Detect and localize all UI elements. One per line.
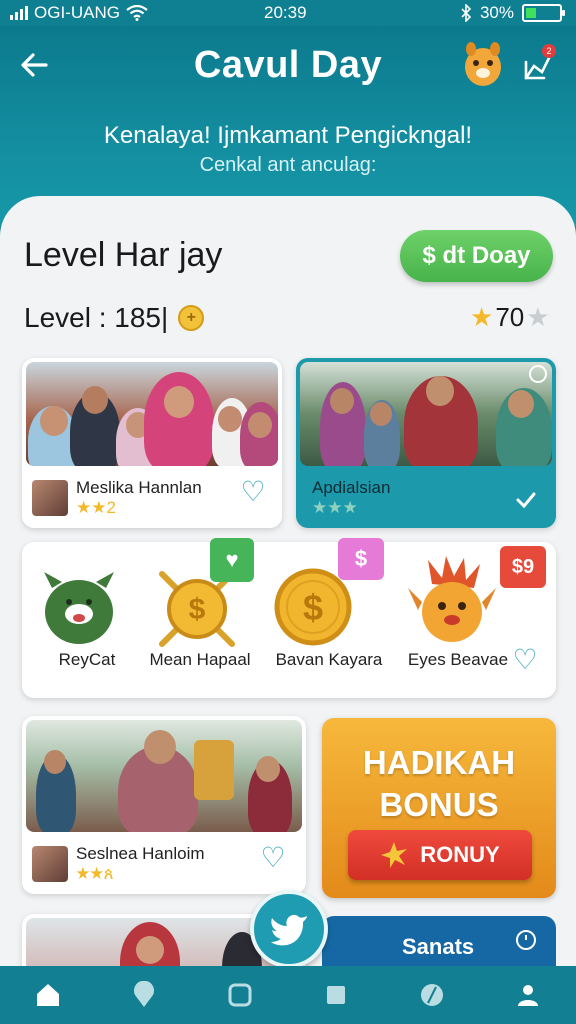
clock: 20:39	[264, 3, 307, 22]
heart-icon[interactable]: ♡	[258, 844, 288, 874]
daily-dollar-button[interactable]: $ dt Doay	[400, 230, 553, 282]
avatar	[32, 480, 68, 516]
dollar-badge: $	[338, 538, 384, 580]
turkey-mascot-icon	[408, 556, 496, 642]
bonus-button[interactable]: RONUY	[348, 830, 532, 880]
home-icon	[37, 984, 59, 1006]
coin-icon: +	[178, 305, 205, 331]
star-outline-icon: ★	[526, 302, 550, 332]
price-badge: $9	[500, 546, 546, 588]
burst-icon	[381, 842, 408, 868]
subtitle: Kenalaya! Ijmkamant Pengickngal!	[103, 122, 473, 149]
carrier-label: OGI-UANG	[34, 3, 120, 22]
status-bar: OGI-UANG 20:39 30%	[0, 0, 576, 26]
bonus-card[interactable]: HADIKAH BONUS RONUY	[322, 718, 556, 898]
bonus-button-label: RONUY	[420, 842, 500, 867]
card-title: Seslnea Hanloim	[76, 844, 205, 863]
info-icon[interactable]	[528, 364, 548, 384]
card-title: Apdialsian	[312, 478, 391, 497]
photo-card[interactable]: Meslika Hannlan ★★2 ♡	[22, 358, 282, 528]
card-title: Meslika Hannlan	[76, 478, 202, 497]
level-indicator: Level : 185| +	[24, 302, 205, 334]
square-icon	[228, 983, 252, 1007]
profile-icon	[518, 985, 538, 1006]
mascot-avatar-icon[interactable]	[462, 41, 504, 87]
star-count: 70	[495, 302, 525, 332]
svg-text:$: $	[189, 593, 206, 626]
bluetooth-icon	[461, 4, 472, 22]
box-icon	[327, 986, 345, 1004]
leaf-icon	[421, 984, 443, 1006]
items-row: ReyCat $ ♥ Mean Hapaal $ $ Bavan Kayara	[22, 538, 556, 698]
item-bavan-kayara[interactable]: $ $ Bavan Kayara	[254, 538, 404, 682]
bonus-title-line1: HADIKAH	[362, 744, 516, 781]
svg-text:$: $	[303, 587, 323, 628]
green-cat-icon	[44, 572, 114, 644]
location-icon	[134, 981, 154, 1007]
item-eyes-beavae[interactable]: $9 Eyes Beavae	[388, 546, 546, 682]
sanats-label: Sanats	[402, 934, 475, 959]
card-rating: ★★2	[76, 498, 116, 517]
level-title: Level Har jay	[24, 236, 223, 274]
nav-box[interactable]	[316, 975, 356, 1015]
photo-card[interactable]: Seslnea Hanloim ★★ጰ ♡	[22, 716, 306, 894]
favorite-heart-icon[interactable]: ♡	[510, 646, 540, 676]
item-label: Bavan Kayara	[275, 650, 383, 669]
card-rating: ★★★	[312, 498, 358, 517]
market-photo	[26, 720, 302, 832]
bonus-title-line2: BONUS	[379, 786, 499, 823]
bottom-nav	[0, 966, 576, 1024]
card-meta: Meslika Hannlan ★★2	[32, 478, 202, 518]
card-meta: Apdialsian ★★★	[312, 478, 390, 518]
card-meta: Seslnea Hanloim ★★ጰ	[32, 844, 205, 884]
bird-fab-button[interactable]	[250, 890, 328, 968]
check-icon[interactable]	[514, 488, 538, 512]
avatar	[32, 846, 68, 882]
subtitle-secondary: Cenkal ant anculag:	[199, 154, 377, 176]
heart-icon[interactable]: ♡	[238, 478, 268, 508]
photo-card-selected[interactable]: Apdialsian ★★★	[296, 358, 556, 528]
card-rating: ★★ጰ	[76, 864, 114, 883]
main-sheet: Level Har jay $ dt Doay Level : 185| + ★…	[0, 196, 576, 1006]
nav-square[interactable]	[220, 975, 260, 1015]
battery-fill	[526, 8, 536, 18]
item-mean-hapaal[interactable]: $ ♥ Mean Hapaal	[130, 538, 270, 682]
nav-location[interactable]	[124, 975, 164, 1015]
bird-icon	[271, 914, 307, 946]
battery-percent: 30%	[479, 3, 514, 22]
item-label: Mean Hapaal	[149, 650, 251, 669]
level-label: Level : 185|	[24, 302, 169, 333]
clock-icon	[516, 930, 536, 950]
bonus-title: HADIKAH BONUS	[322, 742, 556, 826]
heart-badge: ♥	[210, 538, 254, 582]
wifi-icon	[126, 5, 148, 21]
nav-leaf[interactable]	[412, 975, 452, 1015]
notification-badge: 2	[542, 44, 556, 58]
signal-icon	[10, 6, 28, 20]
nav-home[interactable]	[28, 975, 68, 1015]
item-label: Eyes Beavae	[407, 650, 509, 669]
nav-profile[interactable]	[508, 975, 548, 1015]
battery-icon	[522, 4, 565, 22]
star-counter: ★ 70 ★	[470, 302, 550, 333]
group-photo	[26, 362, 278, 466]
star-icon: ★	[470, 302, 494, 332]
group-photo	[300, 362, 552, 466]
